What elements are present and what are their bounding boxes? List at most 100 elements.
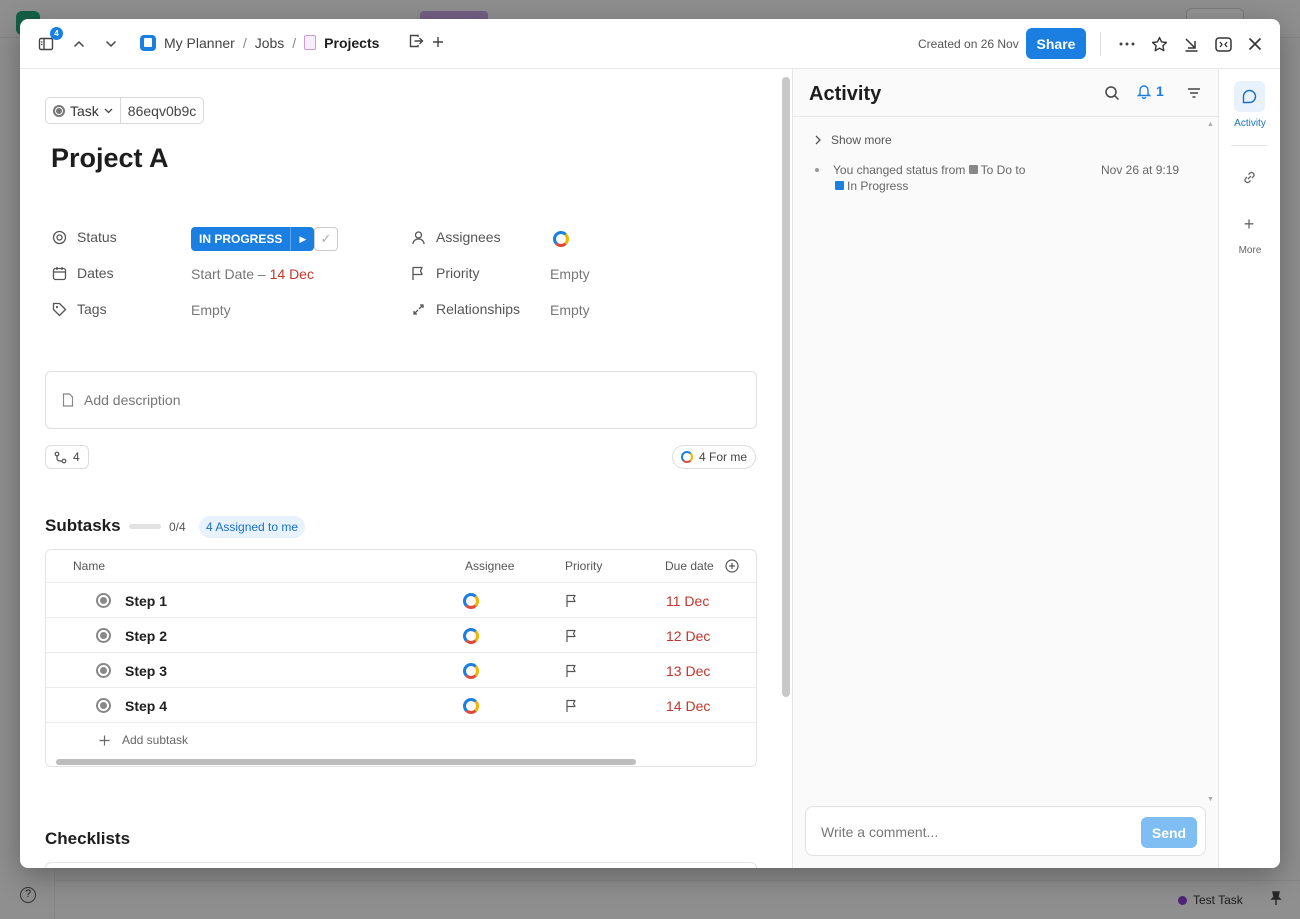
complete-checkbox[interactable]: ✓: [314, 227, 338, 251]
table-row[interactable]: Step 2 12 Dec: [46, 617, 756, 653]
subtask-due-date[interactable]: 12 Dec: [666, 618, 710, 653]
relationships-value[interactable]: Empty: [550, 302, 590, 318]
from-status: To Do: [980, 163, 1013, 177]
subtask-assignee[interactable]: [463, 618, 479, 653]
flag-icon[interactable]: [565, 653, 578, 688]
add-icon[interactable]: [432, 35, 444, 51]
user-icon: [410, 229, 426, 245]
more-options-icon[interactable]: [1116, 33, 1138, 55]
subtask-name[interactable]: Step 3: [125, 653, 167, 688]
table-row[interactable]: Step 3 13 Dec: [46, 652, 756, 688]
subtask-name[interactable]: Step 1: [125, 583, 167, 618]
assignee-avatar[interactable]: [553, 231, 569, 252]
column-header-name[interactable]: Name: [73, 550, 105, 582]
fullscreen-icon[interactable]: [1212, 33, 1234, 55]
bell-icon: [1137, 85, 1151, 99]
column-header-priority[interactable]: Priority: [565, 550, 602, 582]
notifications-toggle[interactable]: 1: [1137, 83, 1164, 99]
comment-input[interactable]: [821, 821, 1121, 843]
flag-icon: [410, 265, 426, 281]
description-box[interactable]: Add description: [45, 371, 757, 429]
horizontal-scrollbar[interactable]: [56, 759, 636, 765]
share-button[interactable]: Share: [1026, 28, 1086, 59]
subtask-name[interactable]: Step 4: [125, 688, 167, 723]
more-rail-label[interactable]: More: [1219, 245, 1280, 256]
filter-icon[interactable]: [1185, 84, 1203, 102]
vertical-scrollbar[interactable]: [782, 77, 790, 697]
tags-label: Tags: [77, 301, 107, 317]
subtask-status-icon[interactable]: [96, 688, 111, 723]
star-icon[interactable]: [1148, 33, 1170, 55]
show-more-label: Show more: [831, 133, 892, 147]
subtask-count-chip[interactable]: 4: [45, 445, 89, 469]
next-status-icon[interactable]: ▶: [290, 227, 315, 251]
add-column-icon[interactable]: [725, 550, 739, 582]
checklists-box: [45, 862, 757, 868]
column-header-due-date[interactable]: Due date: [665, 550, 714, 582]
due-date[interactable]: 14 Dec: [270, 266, 314, 282]
table-row[interactable]: Step 4 14 Dec: [46, 687, 756, 723]
subtask-due-date[interactable]: 11 Dec: [666, 583, 709, 618]
description-placeholder: Add description: [84, 392, 181, 408]
status-value[interactable]: IN PROGRESS: [191, 227, 291, 251]
column-header-assignee[interactable]: Assignee: [465, 550, 514, 582]
in-progress-status-swatch: [835, 181, 844, 190]
subtask-status-icon[interactable]: [96, 583, 111, 618]
bell-count: 1: [1156, 83, 1164, 99]
assigned-to-me-filter[interactable]: 4 Assigned to me: [199, 516, 306, 538]
flag-icon[interactable]: [565, 688, 578, 723]
status-pill[interactable]: IN PROGRESS ▶: [191, 227, 315, 251]
minimize-icon[interactable]: [1180, 33, 1202, 55]
task-details-pane: Task 86eqv0b9c Project A Status IN PROGR…: [20, 69, 792, 868]
task-type-dropdown[interactable]: Task: [46, 98, 121, 123]
chevron-down-icon[interactable]: [100, 33, 122, 55]
task-id[interactable]: 86eqv0b9c: [121, 98, 204, 123]
task-title[interactable]: Project A: [51, 143, 169, 174]
subtask-status-icon[interactable]: [96, 618, 111, 653]
priority-value[interactable]: Empty: [550, 266, 590, 282]
subtask-assignee[interactable]: [463, 583, 479, 618]
breadcrumb-separator: /: [292, 34, 297, 51]
activity-pane: Activity 1 ▲ Show more You changed statu…: [793, 69, 1218, 868]
subtask-assignee[interactable]: [463, 653, 479, 688]
calendar-icon: [51, 265, 67, 281]
tags-value[interactable]: Empty: [191, 302, 231, 318]
flag-icon[interactable]: [565, 583, 578, 618]
show-more-toggle[interactable]: Show more: [815, 133, 892, 147]
dates-value[interactable]: Start Date – 14 Dec: [191, 266, 314, 282]
subtask-assignee[interactable]: [463, 688, 479, 723]
search-icon[interactable]: [1103, 84, 1121, 102]
relationships-property: Relationships: [410, 301, 520, 317]
scroll-down-arrow[interactable]: ▼: [1207, 796, 1214, 803]
breadcrumb-jobs[interactable]: Jobs: [255, 35, 285, 51]
subtask-due-date[interactable]: 13 Dec: [666, 653, 710, 688]
link-icon[interactable]: [1240, 168, 1258, 186]
plus-icon[interactable]: +: [1240, 215, 1258, 233]
to-status: In Progress: [847, 179, 909, 193]
event-to: to: [1015, 163, 1026, 177]
document-icon: [62, 393, 74, 407]
add-subtask-row[interactable]: Add subtask: [46, 722, 756, 757]
scroll-up-arrow[interactable]: ▲: [1207, 121, 1214, 128]
event-timestamp: Nov 26 at 9:19: [1101, 163, 1180, 177]
for-me-chip[interactable]: 4 For me: [672, 445, 757, 469]
flag-icon[interactable]: [565, 618, 578, 653]
breadcrumb-planner[interactable]: My Planner: [164, 35, 235, 51]
move-icon[interactable]: [409, 34, 424, 51]
chevron-up-icon[interactable]: [68, 33, 90, 55]
avatar: [553, 231, 569, 247]
table-row[interactable]: Step 1 11 Dec: [46, 582, 756, 618]
close-icon[interactable]: [1244, 33, 1266, 55]
plus-icon: [99, 735, 110, 745]
avatar: [463, 662, 479, 679]
subtask-name[interactable]: Step 2: [125, 618, 167, 653]
subtask-due-date[interactable]: 14 Dec: [666, 688, 710, 723]
send-button[interactable]: Send: [1141, 817, 1197, 848]
todo-status-swatch: [968, 165, 978, 174]
activity-title: Activity: [809, 83, 882, 105]
start-date[interactable]: Start Date: [191, 266, 254, 282]
task-type-selector[interactable]: Task 86eqv0b9c: [45, 97, 205, 124]
breadcrumb-projects[interactable]: Projects: [324, 35, 379, 51]
subtask-status-icon[interactable]: [96, 653, 111, 688]
activity-rail-button[interactable]: [1234, 81, 1265, 112]
